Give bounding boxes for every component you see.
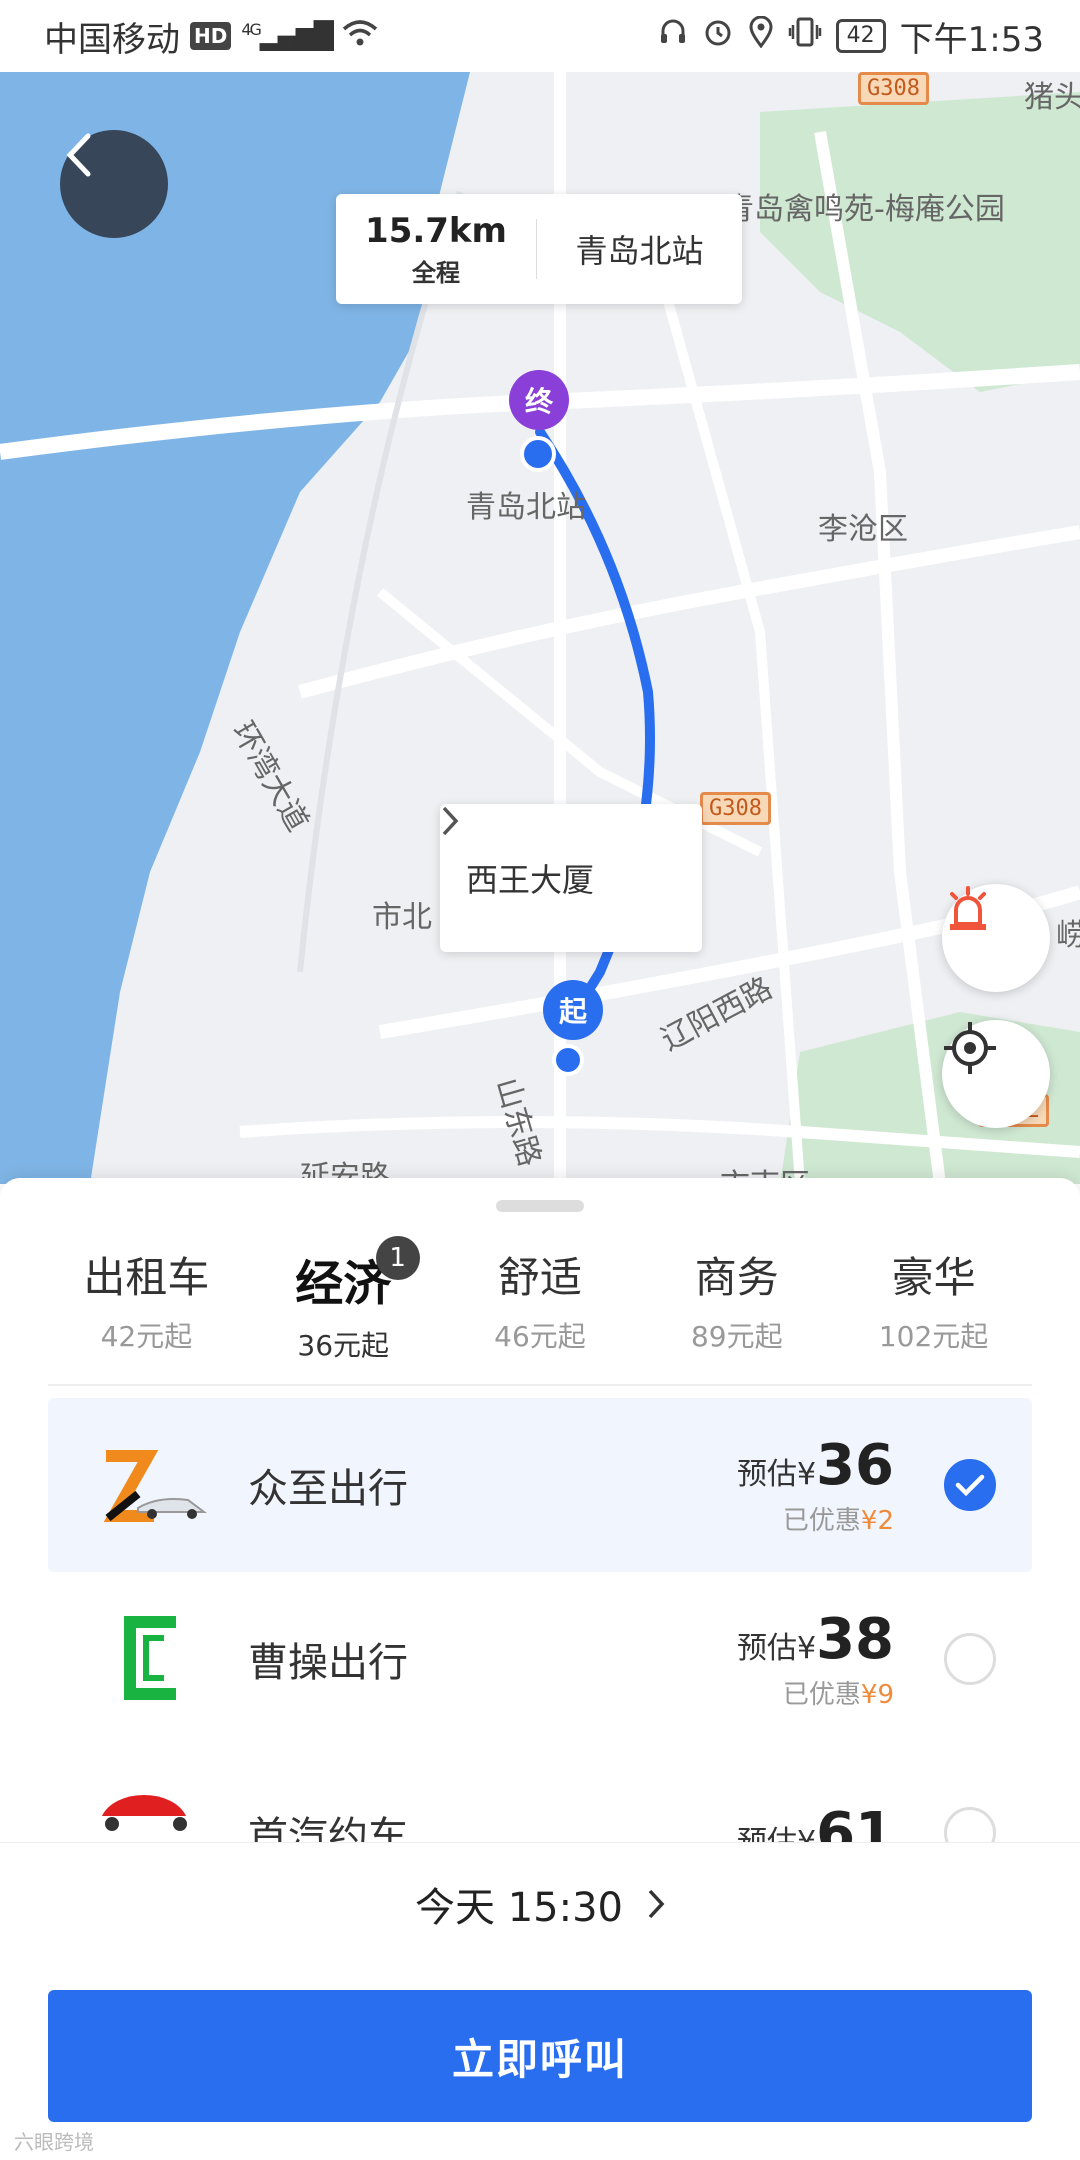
checkmark-icon bbox=[955, 1474, 985, 1497]
tab-count-badge: 1 bbox=[375, 1236, 420, 1280]
call-now-button[interactable]: 立即呼叫 bbox=[48, 1990, 1032, 2122]
vibrate-icon bbox=[788, 16, 822, 57]
tab-price: 102元起 bbox=[878, 1320, 989, 1353]
provider-row-shouqi[interactable]: 首汽约车 预估¥61 bbox=[48, 1746, 1032, 1842]
status-bar: 中国移动 HD 4G▂▄▆█ 42 下午1:53 bbox=[0, 0, 1080, 72]
map-label-licang: 李沧区 bbox=[818, 512, 908, 547]
departure-time-label: 今天 15:30 bbox=[415, 1884, 623, 1931]
route-destination: 青岛北站 bbox=[575, 232, 704, 270]
select-checkbox[interactable] bbox=[944, 1633, 996, 1685]
discount-value: ¥9 bbox=[860, 1680, 894, 1710]
divider bbox=[48, 1384, 1032, 1386]
provider-name: 首汽约车 bbox=[248, 1814, 408, 1842]
pickup-location-name: 西王大厦 bbox=[466, 861, 595, 899]
provider-row-zhongzhi[interactable]: 众至出行 预估¥36 已优惠¥2 bbox=[48, 1398, 1032, 1572]
map-label-shibei: 市北 bbox=[372, 900, 432, 935]
provider-list: 众至出行 预估¥36 已优惠¥2 曹操出行 预估¥38 已优惠¥9 首汽约车 预… bbox=[48, 1398, 1032, 1842]
estimate-amount: 36 bbox=[816, 1433, 894, 1498]
map-label-station: 青岛北站 bbox=[466, 490, 586, 525]
tab-price: 42元起 bbox=[100, 1320, 193, 1353]
tab-price: 89元起 bbox=[690, 1320, 783, 1353]
map-label-park: 青岛禽鸣苑-梅庵公园 bbox=[724, 192, 1005, 227]
road-badge-g308-mid: G308 bbox=[700, 792, 771, 825]
caocao-logo-icon bbox=[48, 1572, 248, 1746]
tab-name: 豪华 bbox=[891, 1253, 976, 1302]
emergency-alarm-button[interactable] bbox=[942, 884, 1050, 992]
provider-name: 曹操出行 bbox=[248, 1640, 408, 1686]
estimate-label: 预估¥ bbox=[736, 1824, 817, 1843]
zhongzhi-logo-icon bbox=[48, 1398, 248, 1572]
tab-price: 36元起 bbox=[297, 1329, 390, 1362]
crosshair-icon bbox=[944, 1022, 996, 1074]
chevron-right-icon bbox=[648, 1889, 665, 1918]
estimate-label: 预估¥ bbox=[736, 1457, 817, 1492]
tab-taxi[interactable]: 出租车 42元起 bbox=[48, 1244, 245, 1368]
map-label-edge-right: 崂 bbox=[1056, 918, 1080, 953]
station-marker-icon bbox=[520, 436, 556, 472]
route-distance: 15.7km bbox=[365, 210, 507, 251]
battery-icon: 42 bbox=[835, 19, 886, 53]
location-icon bbox=[748, 15, 774, 57]
route-summary-card[interactable]: 15.7km 全程 青岛北站 bbox=[336, 194, 742, 304]
departure-time-selector[interactable]: 今天 15:30 bbox=[0, 1842, 1080, 1964]
discount-value: ¥2 bbox=[860, 1506, 894, 1536]
recenter-location-button[interactable] bbox=[942, 1020, 1050, 1128]
tab-economy[interactable]: 经济 36元起 1 bbox=[245, 1236, 442, 1368]
carrier-name: 中国移动 bbox=[44, 19, 180, 60]
ride-class-tabs: 出租车 42元起 经济 36元起 1 舒适 46元起 商务 89元起 豪华 10… bbox=[48, 1236, 1032, 1368]
wifi-icon bbox=[342, 16, 378, 56]
watermark: 六眼跨境 bbox=[14, 2130, 94, 2154]
tab-name: 出租车 bbox=[83, 1253, 210, 1302]
price-quote: 预估¥38 已优惠¥9 bbox=[737, 1607, 894, 1711]
start-pin: 起 bbox=[543, 980, 603, 1040]
road-badge-g308-top: G308 bbox=[858, 72, 929, 105]
select-checkbox[interactable] bbox=[944, 1807, 996, 1842]
tab-comfort[interactable]: 舒适 46元起 bbox=[442, 1244, 639, 1368]
tab-name: 商务 bbox=[694, 1253, 779, 1302]
current-location-dot bbox=[552, 1044, 584, 1076]
end-pin: 终 bbox=[509, 370, 569, 430]
alarm-clock-icon bbox=[702, 16, 734, 57]
network-type: 4G bbox=[241, 20, 262, 40]
ride-options-sheet: 出租车 42元起 经济 36元起 1 舒适 46元起 商务 89元起 豪华 10… bbox=[0, 1178, 1080, 2160]
siren-icon bbox=[950, 886, 986, 930]
chevron-left-icon bbox=[66, 133, 91, 177]
price-quote: 预估¥61 bbox=[737, 1801, 894, 1843]
map-label-edge-top: 猪头 bbox=[1024, 80, 1080, 115]
tab-name: 舒适 bbox=[497, 1253, 582, 1302]
tab-luxury[interactable]: 豪华 102元起 bbox=[835, 1244, 1032, 1368]
signal-icon: 4G▂▄▆█ bbox=[241, 20, 334, 52]
clock-time: 下午1:53 bbox=[899, 19, 1044, 60]
pickup-location-card[interactable]: 西王大厦 bbox=[440, 804, 702, 952]
estimate-label: 预估¥ bbox=[736, 1631, 817, 1666]
chevron-right-icon bbox=[442, 806, 459, 836]
tab-business[interactable]: 商务 89元起 bbox=[638, 1244, 835, 1368]
discount-label: 已优惠 bbox=[782, 1680, 861, 1710]
back-button[interactable] bbox=[60, 130, 168, 238]
headset-icon bbox=[658, 16, 688, 56]
shouqi-logo-icon bbox=[48, 1746, 248, 1842]
route-distance-label: 全程 bbox=[412, 258, 460, 287]
tab-price: 46元起 bbox=[494, 1320, 586, 1353]
hd-icon: HD bbox=[190, 22, 232, 50]
provider-row-caocao[interactable]: 曹操出行 预估¥38 已优惠¥9 bbox=[48, 1572, 1032, 1746]
estimate-amount: 61 bbox=[816, 1800, 894, 1843]
map-view[interactable]: 青岛禽鸣苑-梅庵公园 青岛北站 李沧区 环湾大道 市北 辽阳西路 山东路 延安路… bbox=[0, 72, 1080, 1184]
discount-label: 已优惠 bbox=[782, 1506, 861, 1536]
price-quote: 预估¥36 已优惠¥2 bbox=[737, 1433, 894, 1537]
select-checkbox[interactable] bbox=[944, 1459, 996, 1511]
sheet-drag-handle[interactable] bbox=[496, 1200, 584, 1212]
estimate-amount: 38 bbox=[816, 1607, 894, 1672]
provider-name: 众至出行 bbox=[248, 1466, 408, 1512]
